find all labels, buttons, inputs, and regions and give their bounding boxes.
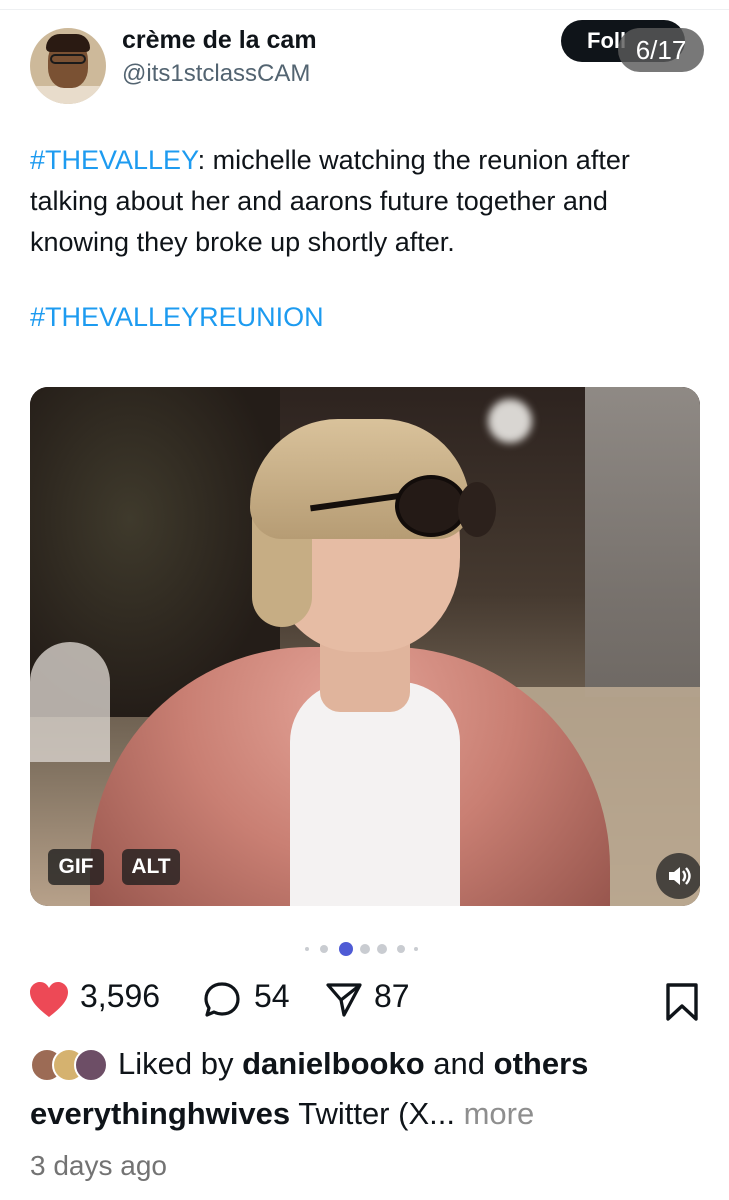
- post-actions-bar: 3,596 54 87: [0, 970, 729, 1030]
- comment-icon[interactable]: [202, 980, 242, 1020]
- liked-by-user[interactable]: danielbooko: [242, 1046, 425, 1081]
- tweet-text: #THEVALLEY: michelle watching the reunio…: [30, 140, 710, 263]
- like-count: 3,596: [80, 978, 161, 1014]
- caption-text: Twitter (X...: [298, 1096, 455, 1131]
- gif-background-light: [488, 399, 532, 443]
- author-handle: @its1stclassCAM: [122, 60, 311, 87]
- gif-background-person: [30, 642, 110, 762]
- speaker-icon: [669, 867, 691, 885]
- gif-badge: GIF: [48, 849, 104, 885]
- carousel-dot[interactable]: [320, 945, 328, 953]
- gif-subject-sunglasses-far: [458, 482, 496, 537]
- volume-button: [656, 853, 700, 899]
- comment-count: 54: [254, 978, 290, 1014]
- hashtag-thevalley: #THEVALLEY: [30, 145, 198, 175]
- author-name: crème de la cam: [122, 26, 317, 54]
- share-count: 87: [374, 978, 410, 1014]
- liked-by-others[interactable]: others: [494, 1046, 589, 1081]
- carousel-dot[interactable]: [360, 944, 370, 954]
- avatar-hair: [46, 34, 90, 52]
- gif-subject-blouse: [290, 682, 460, 906]
- liked-by-text: Liked by danielbooko and others: [118, 1046, 588, 1082]
- previous-post-edge: [0, 0, 729, 10]
- carousel-dot[interactable]: [377, 944, 387, 954]
- post-caption: everythinghwives Twitter (X... more: [30, 1096, 534, 1132]
- carousel-dot[interactable]: [397, 945, 405, 953]
- gif-media: GIF ALT: [30, 387, 700, 906]
- avatar-shirt: [30, 86, 106, 104]
- alt-badge: ALT: [122, 849, 180, 885]
- liked-by-prefix: Liked by: [118, 1046, 234, 1081]
- heart-icon[interactable]: [28, 980, 70, 1020]
- carousel-dot-active[interactable]: [339, 942, 353, 956]
- carousel-dot[interactable]: [414, 947, 418, 951]
- bookmark-icon[interactable]: [664, 982, 700, 1022]
- gif-background-building: [585, 387, 700, 697]
- caption-username[interactable]: everythinghwives: [30, 1096, 290, 1131]
- author-avatar[interactable]: [30, 28, 106, 104]
- liked-by-conj: and: [433, 1046, 486, 1081]
- hashtag-thevalleyreunion: #THEVALLEYREUNION: [30, 302, 324, 332]
- carousel-dot[interactable]: [305, 947, 309, 951]
- carousel-counter: 6/17: [618, 28, 704, 72]
- liker-avatar: [74, 1048, 108, 1082]
- post-timestamp: 3 days ago: [30, 1150, 167, 1181]
- gif-subject-sunglasses: [395, 475, 467, 537]
- avatar-glasses: [50, 54, 86, 64]
- embedded-tweet-screenshot: crème de la cam @its1stclassCAM Foll #TH…: [0, 10, 729, 945]
- send-icon[interactable]: [324, 980, 364, 1020]
- more-link[interactable]: more: [464, 1096, 535, 1131]
